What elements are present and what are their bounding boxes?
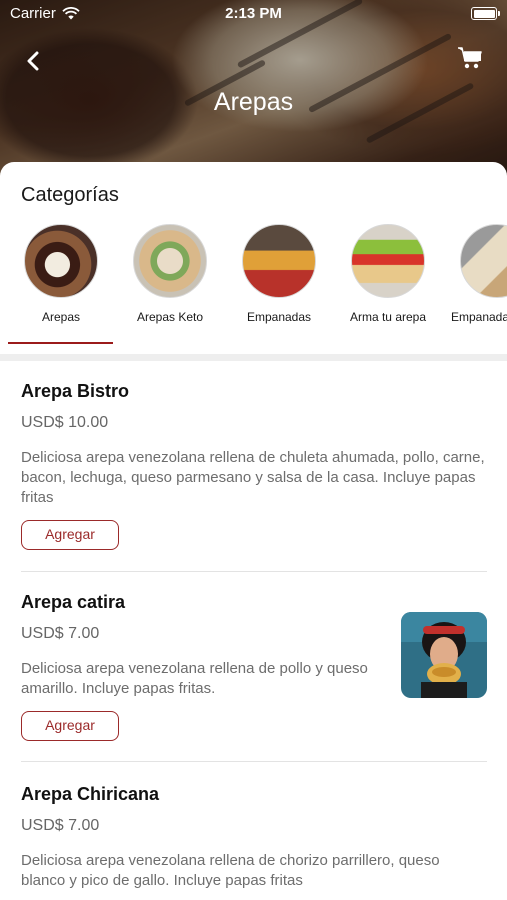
- category-empanadas-keto[interactable]: Empanadas Keto: [442, 224, 507, 325]
- menu-list: Arepa Bistro USD$ 10.00 Deliciosa arepa …: [0, 361, 507, 900]
- category-image: [133, 224, 207, 298]
- status-time: 2:13 PM: [225, 5, 282, 22]
- back-button[interactable]: [20, 48, 46, 74]
- menu-item[interactable]: Arepa Chiricana USD$ 7.00 Deliciosa arep…: [21, 762, 487, 900]
- category-image: [460, 224, 507, 298]
- battery-icon: [471, 7, 500, 20]
- item-photo: [401, 612, 487, 698]
- item-name: Arepa Bistro: [21, 381, 130, 401]
- category-label: Empanadas Keto: [450, 310, 507, 324]
- chevron-left-icon: [27, 51, 39, 71]
- person-eating-arepa-image: [401, 612, 487, 698]
- item-name: Arepa catira: [21, 592, 126, 612]
- item-price: USD$ 7.00: [21, 625, 100, 642]
- category-label: Arepas: [41, 310, 81, 324]
- page-title: Arepas: [213, 88, 294, 116]
- category-image: [242, 224, 316, 298]
- cart-icon: [458, 47, 482, 69]
- section-divider: [0, 354, 507, 361]
- category-arepas[interactable]: Arepas: [6, 224, 116, 325]
- category-label: Arepas Keto: [136, 310, 204, 324]
- category-empanadas[interactable]: Empanadas: [224, 224, 334, 325]
- selected-category-indicator: [8, 342, 113, 344]
- item-price: USD$ 10.00: [21, 414, 109, 431]
- category-image: [24, 224, 98, 298]
- item-name: Arepa Chiricana: [21, 784, 160, 804]
- category-image: [351, 224, 425, 298]
- item-description: Deliciosa arepa venezolana rellena de po…: [21, 660, 368, 697]
- categories-heading: Categorías: [21, 184, 119, 206]
- add-to-cart-button[interactable]: Agregar: [21, 711, 119, 741]
- item-price: USD$ 7.00: [21, 817, 100, 834]
- cart-button[interactable]: [457, 46, 485, 72]
- item-description: Deliciosa arepa venezolana rellena de ch…: [21, 449, 485, 506]
- menu-item[interactable]: Arepa catira USD$ 7.00 Deliciosa arepa v…: [21, 572, 487, 762]
- item-description: Deliciosa arepa venezolana rellena de ch…: [21, 852, 440, 889]
- menu-item[interactable]: Arepa Bistro USD$ 10.00 Deliciosa arepa …: [21, 361, 487, 572]
- category-carousel[interactable]: Arepas Arepas Keto Empanadas Arma tu are…: [0, 224, 507, 342]
- category-arepas-keto[interactable]: Arepas Keto: [115, 224, 225, 325]
- category-label: Arma tu arepa: [349, 310, 427, 324]
- content-sheet: Categorías Arepas Arepas Keto Empanadas …: [0, 162, 507, 900]
- category-arma-tu-arepa[interactable]: Arma tu arepa: [333, 224, 443, 325]
- category-label: Empanadas: [246, 310, 312, 324]
- add-to-cart-button[interactable]: Agregar: [21, 520, 119, 550]
- status-bar: Carrier 2:13 PM: [0, 0, 507, 28]
